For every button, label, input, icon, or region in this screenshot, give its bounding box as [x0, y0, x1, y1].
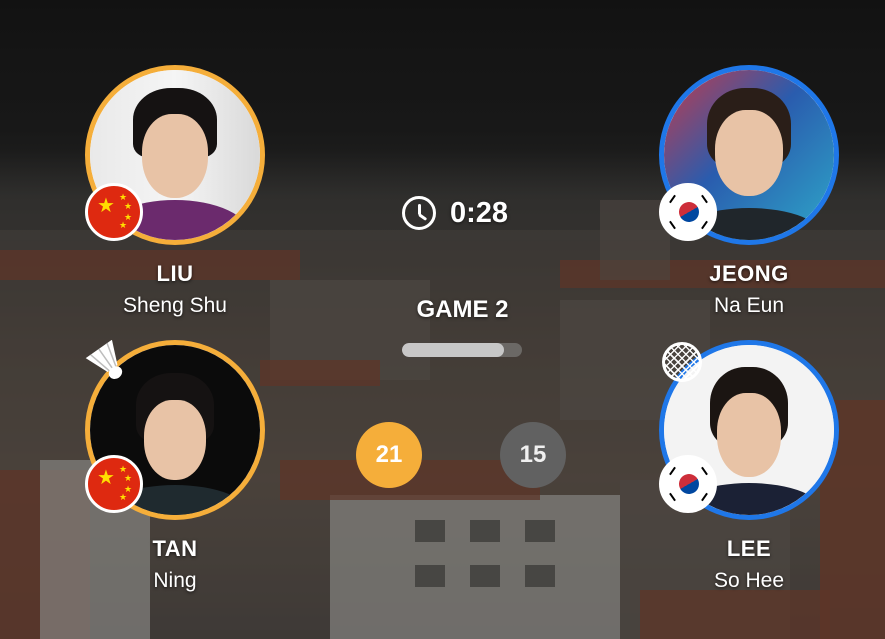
game-label: GAME 2 [416, 296, 509, 323]
shuttlecock-icon [85, 340, 123, 379]
player-surname: TAN [152, 536, 198, 561]
china-flag-icon: ★ ★ ★ ★ ★ [85, 455, 143, 513]
south-korea-flag-icon [659, 183, 717, 241]
game-progress-bar [402, 343, 522, 357]
player-given-name: Na Eun [713, 294, 785, 317]
match-timer: 0:28 [402, 193, 508, 233]
player-surname: LIU [156, 261, 194, 286]
score-team-b: 15 [500, 422, 566, 488]
racket-icon [662, 342, 702, 382]
timer-text: 0:28 [450, 196, 509, 229]
player-given-name: So Hee [713, 569, 785, 592]
game-progress-fill [402, 343, 504, 357]
score-team-a: 21 [356, 422, 422, 488]
china-flag-icon: ★ ★ ★ ★ ★ [85, 183, 143, 241]
player-card-jeong: JEONG Na Eun [659, 65, 839, 325]
player-given-name: Ning [153, 569, 197, 592]
player-surname: JEONG [709, 261, 789, 286]
clock-icon [402, 196, 436, 230]
south-korea-flag-icon [659, 455, 717, 513]
player-surname: LEE [726, 536, 772, 561]
player-card-liu: ★ ★ ★ ★ ★ LIU Sheng Shu [85, 65, 265, 325]
player-given-name: Sheng Shu [123, 294, 227, 317]
